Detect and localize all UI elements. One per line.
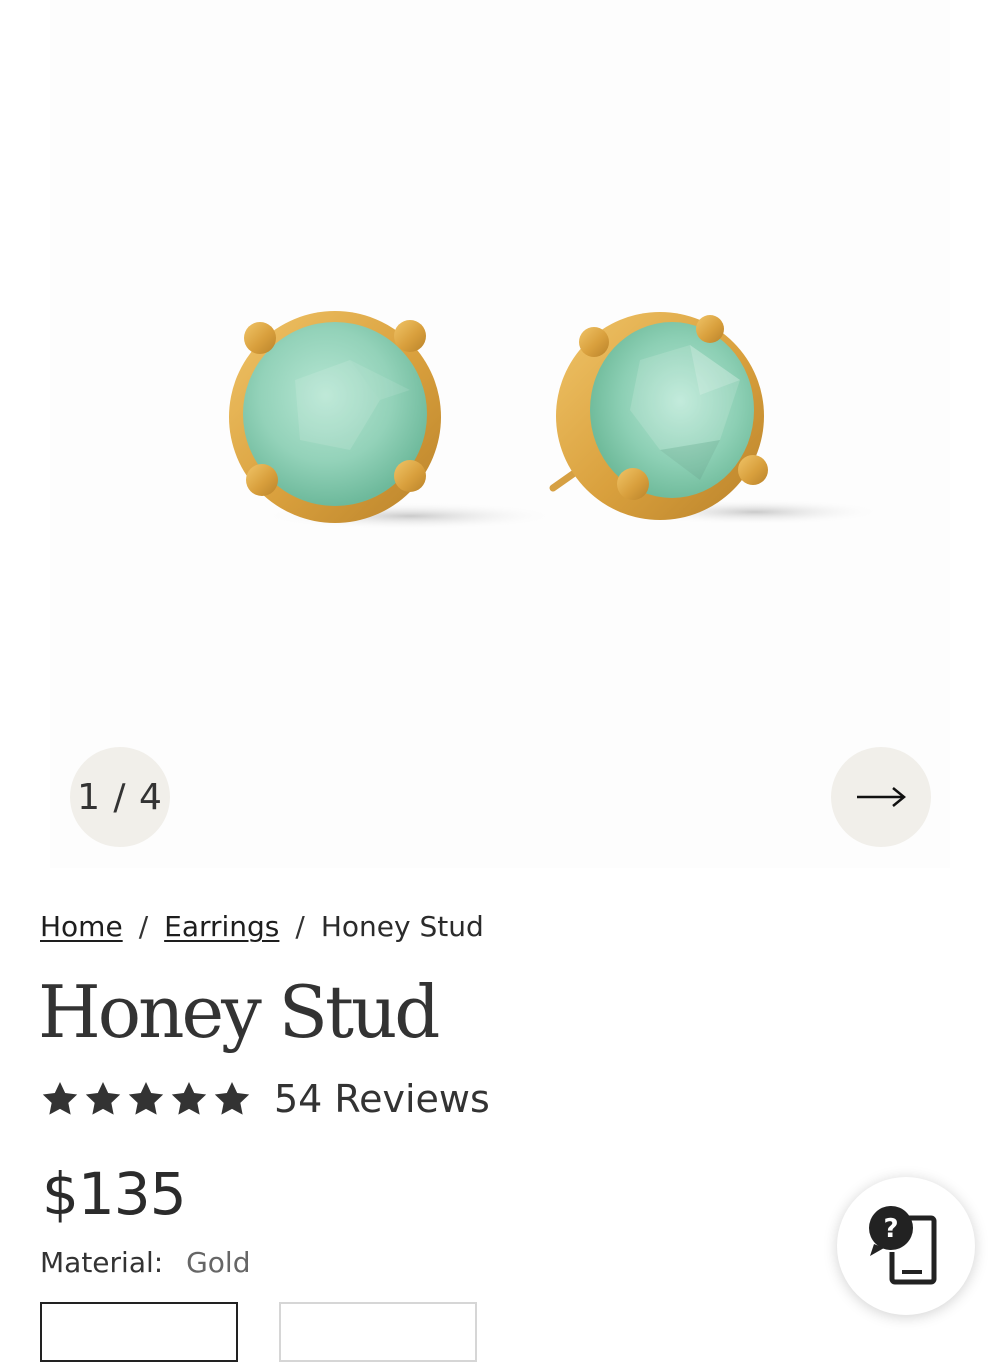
breadcrumb-home-link[interactable]: Home (40, 910, 123, 943)
star-icon (128, 1082, 164, 1115)
star-icon (85, 1082, 121, 1115)
breadcrumb: Home / Earrings / Honey Stud (40, 910, 484, 943)
help-chat-button[interactable]: ? (837, 1177, 975, 1315)
product-title: Honey Stud (38, 970, 440, 1054)
star-icon (214, 1082, 250, 1115)
product-gallery: 1 / 4 (50, 0, 950, 868)
image-counter: 1 / 4 (70, 747, 170, 847)
reviews-link[interactable]: 54 Reviews (274, 1077, 490, 1121)
breadcrumb-earrings-link[interactable]: Earrings (164, 910, 279, 943)
star-icon (171, 1082, 207, 1115)
breadcrumb-current: Honey Stud (320, 910, 484, 943)
material-label: Material: (40, 1246, 164, 1279)
breadcrumb-separator: / (295, 910, 305, 943)
help-question-icon: ? (869, 1206, 937, 1285)
svg-text:?: ? (883, 1214, 898, 1244)
material-option-selected[interactable] (40, 1302, 238, 1362)
material-value: Gold (186, 1246, 251, 1279)
product-image (229, 311, 885, 530)
arrow-right-icon (857, 787, 906, 807)
product-price: $135 (42, 1160, 187, 1228)
star-icon (42, 1082, 78, 1115)
material-option[interactable] (279, 1302, 477, 1362)
material-selector-label: Material: Gold (40, 1246, 250, 1279)
next-image-button[interactable] (831, 747, 931, 847)
breadcrumb-separator: / (138, 910, 149, 943)
star-rating (40, 1079, 252, 1119)
product-rating[interactable]: 54 Reviews (40, 1077, 490, 1121)
